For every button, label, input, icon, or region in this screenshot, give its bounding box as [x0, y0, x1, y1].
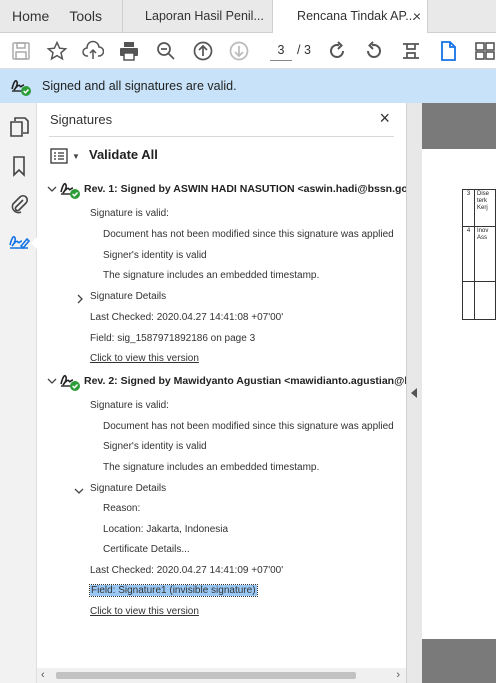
options-menu-button[interactable]: ▼ — [50, 146, 80, 166]
signature-1-field[interactable]: Field: sig_1587971892186 on page 3 — [90, 333, 255, 344]
tab-tools[interactable]: Tools — [61, 0, 122, 32]
signature-2-view-version-link[interactable]: Click to view this version — [90, 606, 199, 617]
bookmarks-icon[interactable] — [8, 155, 30, 177]
close-panel-icon[interactable]: × — [379, 108, 390, 129]
signature-1-check-timestamp: The signature includes an embedded times… — [103, 270, 320, 281]
navigation-rail — [0, 103, 38, 683]
page-up-icon[interactable] — [190, 38, 216, 64]
signature-2-check-modified: Document has not been modified since thi… — [103, 421, 394, 432]
signature-1-view-version-link[interactable]: Click to view this version — [90, 353, 199, 364]
row-text — [474, 281, 496, 320]
signature-1-header[interactable]: Rev. 1: Signed by ASWIN HADI NASUTION <a… — [84, 183, 426, 195]
signature-1-check-modified: Document has not been modified since thi… — [103, 229, 394, 240]
signatures-panel-icon[interactable] — [8, 231, 31, 253]
panel-splitter[interactable] — [406, 103, 422, 683]
panel-horizontal-scrollbar[interactable]: ‹ › — [37, 668, 406, 683]
signature-2-status: Signature is valid: — [90, 400, 169, 411]
panel-divider — [49, 136, 394, 137]
tab-bar: Home Tools Laporan Hasil Penil... Rencan… — [0, 0, 496, 34]
selected-field-highlight: Field: Signature1 (invisible signature) — [89, 584, 258, 597]
page-layout-icon[interactable] — [398, 38, 424, 64]
save-icon[interactable] — [8, 38, 34, 64]
upload-icon[interactable] — [80, 38, 106, 64]
signature-2-last-checked: Last Checked: 2020.04.27 14:41:09 +07'00… — [90, 565, 284, 576]
signature-2-check-timestamp: The signature includes an embedded times… — [103, 462, 320, 473]
chevron-down-icon: ▼ — [72, 151, 80, 161]
signature-valid-icon — [11, 79, 31, 96]
signature-2-details-toggle[interactable]: Signature Details — [90, 483, 166, 494]
scroll-left-icon[interactable]: ‹ — [41, 669, 45, 681]
scroll-thumb[interactable] — [56, 672, 356, 679]
row-number: 4 — [462, 226, 475, 282]
signature-2-header[interactable]: Rev. 2: Signed by Mawidyanto Agustian <m… — [84, 375, 429, 387]
close-tab-icon[interactable]: × — [413, 0, 421, 33]
document-view[interactable]: 3 Dise terk Kerj 4 Inov Ass — [422, 103, 496, 683]
signature-valid-icon — [60, 374, 80, 391]
zoom-icon[interactable] — [153, 38, 179, 64]
signature-1-details-toggle[interactable]: Signature Details — [90, 291, 166, 302]
tab-home[interactable]: Home — [0, 0, 61, 32]
signature-1-status: Signature is valid: — [90, 208, 169, 219]
bookmark-star-icon[interactable] — [44, 38, 70, 64]
signature-2-reason: Reason: — [103, 503, 141, 514]
row-text: Dise terk Kerj — [474, 189, 496, 227]
collapse-details-2-icon[interactable] — [74, 486, 84, 496]
row-number: 3 — [462, 189, 475, 227]
scroll-right-icon[interactable]: › — [396, 669, 400, 681]
tab-label: Rencana Tindak AP... — [297, 9, 416, 23]
row-number — [462, 281, 475, 320]
signature-valid-icon — [60, 182, 80, 199]
validate-all-button[interactable]: Validate All — [89, 147, 158, 162]
page-view-icon[interactable] — [435, 38, 461, 64]
rotate-cw-icon[interactable] — [324, 38, 350, 64]
banner-text: Signed and all signatures are valid. — [42, 79, 237, 93]
row-text: Inov Ass — [474, 226, 496, 282]
signatures-panel: Signatures × ▼ Validate All Rev. 1: Sign… — [37, 103, 429, 683]
collapse-signature-2-icon[interactable] — [47, 376, 57, 386]
signature-status-banner: Signed and all signatures are valid. — [0, 69, 496, 103]
signature-1-check-identity: Signer's identity is valid — [103, 250, 207, 261]
options-list-icon — [50, 148, 68, 164]
rotate-ccw-icon[interactable] — [361, 38, 387, 64]
page-number-input[interactable]: 3 — [270, 40, 292, 61]
page-down-icon[interactable] — [226, 38, 252, 64]
signature-2-certificate-details[interactable]: Certificate Details... — [103, 544, 190, 555]
toolbar: 3 / 3 — [0, 33, 496, 69]
document-page: 3 Dise terk Kerj 4 Inov Ass — [422, 149, 496, 639]
tab-label: Laporan Hasil Penil... — [145, 9, 264, 23]
print-icon[interactable] — [116, 38, 142, 64]
document-table: 3 Dise terk Kerj 4 Inov Ass — [462, 189, 496, 320]
compare-icon[interactable] — [472, 38, 496, 64]
attachments-icon[interactable] — [8, 193, 30, 215]
page-total: / 3 — [297, 43, 311, 57]
signature-2-field[interactable]: Field: Signature1 (invisible signature) — [89, 584, 258, 597]
collapse-signature-1-icon[interactable] — [47, 184, 57, 194]
tab-document-laporan[interactable]: Laporan Hasil Penil... — [122, 0, 272, 33]
expand-details-1-icon[interactable] — [75, 294, 85, 304]
signature-2-check-identity: Signer's identity is valid — [103, 441, 207, 452]
panel-title: Signatures — [50, 112, 113, 127]
page-thumbnails-icon[interactable] — [8, 116, 30, 138]
collapse-panel-arrow-icon[interactable] — [411, 388, 417, 398]
signature-2-location: Location: Jakarta, Indonesia — [103, 524, 229, 535]
tab-document-rencana[interactable]: Rencana Tindak AP... × — [272, 0, 429, 34]
signature-1-last-checked: Last Checked: 2020.04.27 14:41:08 +07'00… — [90, 312, 284, 323]
